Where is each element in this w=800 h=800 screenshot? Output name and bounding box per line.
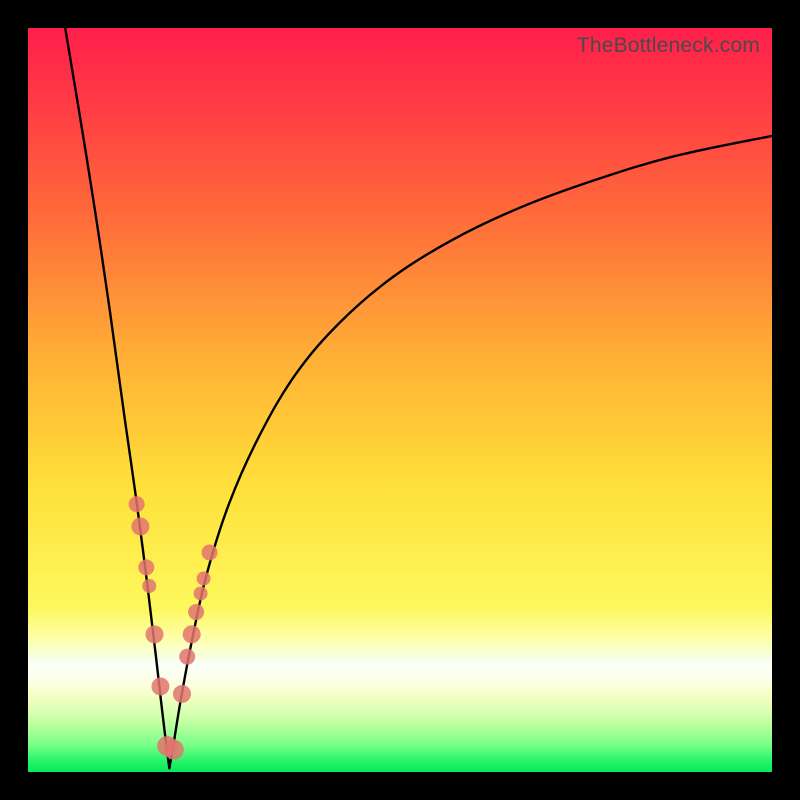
curves-layer xyxy=(28,28,772,772)
data-marker xyxy=(138,559,154,575)
data-marker xyxy=(202,545,218,561)
data-marker xyxy=(151,677,169,695)
data-marker xyxy=(197,572,211,586)
data-marker xyxy=(142,579,156,593)
curve-left-branch xyxy=(65,28,169,768)
curve-right-branch xyxy=(169,136,772,768)
watermark-text: TheBottleneck.com xyxy=(577,34,760,58)
data-marker xyxy=(179,649,195,665)
data-marker xyxy=(183,625,201,643)
data-marker xyxy=(164,740,184,760)
data-marker xyxy=(173,685,191,703)
data-marker xyxy=(194,586,208,600)
data-marker xyxy=(145,625,163,643)
chart-frame: TheBottleneck.com xyxy=(0,0,800,800)
data-marker xyxy=(188,604,204,620)
data-marker xyxy=(131,517,149,535)
plot-area: TheBottleneck.com xyxy=(28,28,772,772)
data-marker xyxy=(129,496,145,512)
